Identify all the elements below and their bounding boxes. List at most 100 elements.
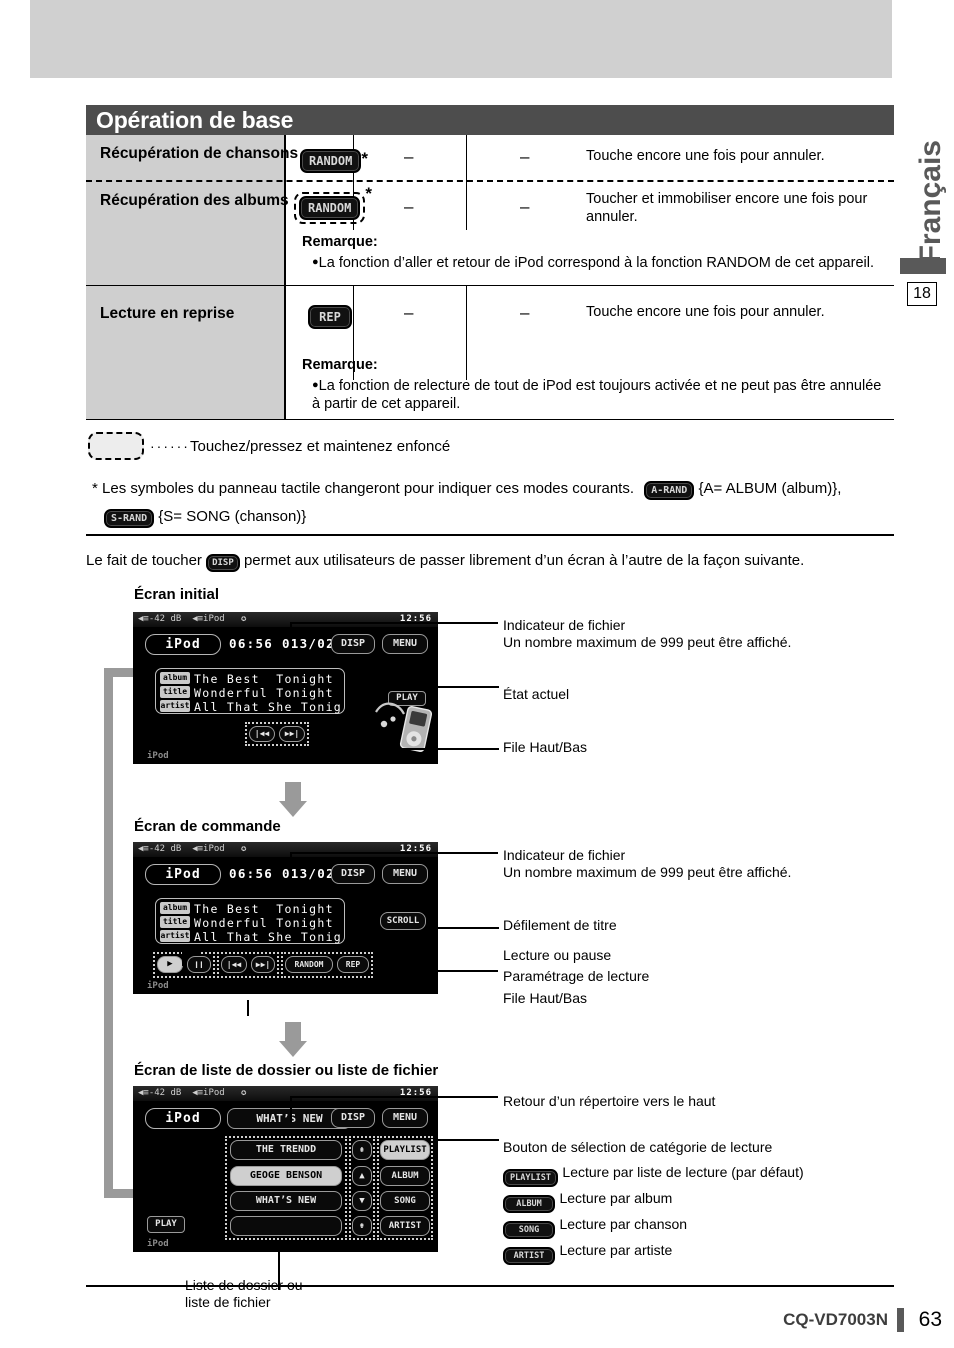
table-col-sep-4: [466, 285, 467, 380]
star-marker-0: *: [361, 149, 368, 168]
speaker-icon: ◀≡: [192, 1088, 204, 1098]
screen-2-info-box: album The Best Tonight title Wonderful T…: [155, 898, 345, 944]
screen-2-menu-button[interactable]: MENU: [382, 864, 428, 884]
screen-2-leader-v1: [290, 852, 292, 878]
screen-1-info-box: album The Best Tonight title Wonderful T…: [155, 668, 345, 714]
screen-3-scroll-down-button[interactable]: ▼: [352, 1191, 372, 1211]
disc-icon: ✪: [241, 614, 247, 624]
screen-3-source-tag[interactable]: iPod: [145, 1108, 221, 1129]
screen-3-list-item-2[interactable]: WHAT’S NEW: [230, 1191, 342, 1211]
screen-1-disp-button[interactable]: DISP: [331, 634, 375, 654]
screen-1-menu-button[interactable]: MENU: [382, 634, 428, 654]
remarque-body-1: ●La fonction d’aller et retour de iPod c…: [312, 253, 887, 272]
intro-before: Le fait de toucher: [86, 552, 202, 569]
screen-2-source: iPod: [203, 844, 225, 854]
screen-2-pause-button[interactable]: ❙❙: [187, 956, 211, 973]
table-dashed-rule: [86, 180, 894, 182]
category-legend-row-3: ARTIST Lecture par artiste: [503, 1242, 804, 1265]
screen-1-leader-h3: [290, 748, 499, 750]
table-row-col2-2: –: [404, 303, 414, 322]
screen-3-scroll-top-button[interactable]: ⇞: [352, 1140, 372, 1160]
a-rand-badge: A-RAND: [644, 481, 695, 500]
footer-rule: [86, 1285, 894, 1287]
screen-3-list-item-3[interactable]: [230, 1216, 342, 1236]
table-row-label-2: Lecture en reprise: [100, 305, 234, 323]
screen-2-title: Écran de commande: [134, 818, 281, 835]
screen-2-random-button[interactable]: RANDOM: [285, 956, 333, 973]
screen-3-leader-h2: [433, 1139, 499, 1141]
artist-badge: ARTIST: [503, 1247, 555, 1265]
screen-1-prev-button[interactable]: |◀◀: [249, 726, 275, 742]
disc-icon: ✪: [241, 844, 247, 854]
speaker-icon: ◀≡: [192, 614, 204, 624]
screen-2-leader-v2: [182, 952, 184, 966]
title-tag-chip: title: [160, 686, 190, 698]
top-gray-band: [30, 0, 892, 78]
screen-1-source-tag[interactable]: iPod: [145, 634, 221, 655]
screen-1-track-info: 06:56 013/022: [229, 636, 344, 651]
random-hold-key-badge[interactable]: RANDOM: [299, 196, 361, 220]
screen-3-leader-v1: [290, 1096, 292, 1122]
screen-3-category-playlist-button[interactable]: PLAYLIST: [380, 1140, 430, 1160]
screen-2-source-tag[interactable]: iPod: [145, 864, 221, 885]
table-row-desc-1: Toucher et immobiliser encore une fois p…: [586, 191, 868, 225]
screen-1-leader-v1: [290, 622, 292, 648]
screen-3-menu-button[interactable]: MENU: [382, 1108, 428, 1128]
screen-3-disp-button[interactable]: DISP: [331, 1108, 375, 1128]
screen-3-scroll-bottom-button[interactable]: ⇟: [352, 1216, 372, 1236]
screen-2-scroll-button[interactable]: SCROLL: [380, 912, 426, 930]
screen-3-anno-0: Retour d’un répertoire vers le haut: [503, 1093, 716, 1109]
artist-value: All That She Tonig: [194, 930, 343, 944]
legend-dots: ······: [150, 438, 190, 454]
table-row-col3-2: –: [520, 303, 530, 322]
screen-1-status-left: ◀≡-42 dB ◀≡iPod ✪: [138, 612, 246, 627]
screen-2-disp-button[interactable]: DISP: [331, 864, 375, 884]
screen-3-list-item-0[interactable]: THE TRENDD: [230, 1140, 342, 1160]
bullet-icon: ●: [312, 256, 319, 268]
hold-dashed-outline: RANDOM: [294, 192, 366, 224]
screen-1-leader-h1: [290, 622, 498, 624]
screen-2-rep-button[interactable]: REP: [337, 956, 369, 973]
screen-3-play-badge: PLAY: [147, 1216, 185, 1233]
category-legend-row-2: SONG Lecture par chanson: [503, 1216, 804, 1239]
screen-2-track-info: 06:56 013/022: [229, 866, 344, 881]
screen-3-category-artist-button[interactable]: ARTIST: [380, 1216, 430, 1236]
table-label-column: [86, 135, 284, 420]
screen-2-prev-button[interactable]: |◀◀: [221, 956, 247, 973]
screen-3-list-item-1[interactable]: GEOGE BENSON: [230, 1166, 342, 1186]
table-row-col3-1: –: [520, 197, 530, 216]
screen-2-anno-4: File Haut/Bas: [503, 990, 588, 1006]
speaker-icon: ◀≡: [138, 1088, 149, 1098]
playlist-badge: PLAYLIST: [503, 1169, 558, 1187]
screen-2-info-row-0: album The Best Tonight: [160, 902, 342, 916]
rep-key-badge[interactable]: REP: [308, 305, 352, 329]
operations-table: Récupération de chansons RANDOM * – – Tou…: [86, 135, 894, 420]
intro-paragraph: Le fait de toucher DISP permet aux utili…: [86, 552, 804, 572]
artist-tag-chip: artist: [160, 930, 190, 942]
screen-1-clock: 12:56: [399, 614, 432, 624]
screen-2-anno-0: Indicateur de fichier Un nombre maximum …: [503, 847, 792, 880]
screen-2-next-button[interactable]: ▶▶|: [251, 956, 275, 973]
table-rule-2: [86, 419, 894, 420]
screen-1-title: Écran initial: [134, 586, 220, 603]
album-legend-text: Lecture par album: [559, 1190, 673, 1206]
table-row-desc-0: Touche encore une fois pour annuler.: [586, 148, 825, 164]
footer-model: CQ-VD7003N: [783, 1310, 888, 1329]
screen-3-category-album-button[interactable]: ALBUM: [380, 1166, 430, 1186]
screen-1-next-button[interactable]: ▶▶|: [279, 726, 305, 742]
screen-2-play-button[interactable]: ▶: [157, 956, 183, 973]
random-key-badge[interactable]: RANDOM: [300, 149, 362, 173]
flow-arrow-1-head: [279, 801, 307, 817]
footnote-a-text: {A= ALBUM (album)},: [698, 480, 842, 497]
category-legend-row-0: PLAYLIST Lecture par liste de lecture (p…: [503, 1164, 804, 1187]
song-badge: SONG: [503, 1221, 555, 1239]
screen-3-clock: 12:56: [399, 1088, 432, 1098]
screen-3-anno-1: Bouton de sélection de catégorie de lect…: [503, 1139, 773, 1155]
screen-3-scroll-up-button[interactable]: ▲: [352, 1166, 372, 1186]
screen-3-category-song-button[interactable]: SONG: [380, 1191, 430, 1211]
screen-3-title: Écran de liste de dossier ou liste de fi…: [134, 1062, 439, 1079]
bullet-icon: ●: [312, 379, 319, 391]
ipod-illustration-icon: [375, 702, 432, 752]
album-tag-chip: album: [160, 902, 190, 914]
screen-1-statusbar: ◀≡-42 dB ◀≡iPod ✪ 12:56: [133, 612, 438, 627]
